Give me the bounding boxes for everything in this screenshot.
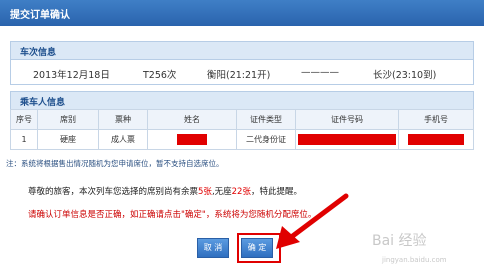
travel-date: 2013年12月18日 [33, 70, 110, 81]
col-id-number: 证件号码 [295, 109, 399, 130]
passenger-table: 序号 席别 票种 姓名 证件类型 证件号码 手机号 1 硬座 成人票 二代身份证 [10, 109, 474, 150]
seat-allocation-note: 注：系统将根据售出情况随机为您申请席位，暂不支持自选席位。 [6, 159, 224, 168]
order-confirm-dialog: 提交订单确认 车次信息 2013年12月18日 T256次 衡阳(21:21开)… [0, 0, 484, 276]
col-phone: 手机号 [398, 109, 474, 130]
cell-seat: 硬座 [37, 129, 99, 150]
train-info-header-label: 车次信息 [20, 48, 57, 58]
message-prefix: 尊敬的旅客，本次列车您选择的席别尚有余票 [28, 187, 199, 197]
train-info-header: 车次信息 [10, 41, 474, 60]
dialog-titlebar: 提交订单确认 [0, 0, 484, 26]
redacted-phone [408, 134, 464, 145]
red-arrow-icon [276, 193, 349, 249]
train-info-row: 2013年12月18日 T256次 衡阳(21:21开) ———— 长沙(23:… [10, 60, 474, 85]
col-index: 序号 [10, 109, 38, 130]
cell-id-type: 二代身份证 [236, 129, 296, 150]
cancel-button[interactable]: 取 消 [197, 238, 229, 258]
redacted-name [177, 134, 207, 145]
no-seat-count: 22张 [231, 187, 251, 197]
col-id-type: 证件类型 [236, 109, 296, 130]
baidu-watermark: Bai 经验 jingyan.baidu.com [372, 230, 480, 270]
remaining-count: 5张 [198, 187, 212, 197]
col-name: 姓名 [147, 109, 237, 130]
table-header-row: 序号 席别 票种 姓名 证件类型 证件号码 手机号 [10, 109, 474, 130]
cell-name [147, 129, 237, 150]
redacted-id-number [298, 134, 396, 145]
train-number: T256次 [143, 70, 177, 81]
cell-ticket-type: 成人票 [98, 129, 148, 150]
passenger-info-header-label: 乘车人信息 [20, 98, 66, 108]
watermark-logo: Bai 经验 [372, 233, 427, 249]
watermark-url: jingyan.baidu.com [382, 256, 447, 264]
passenger-info-header: 乘车人信息 [10, 91, 474, 110]
cell-phone [398, 129, 474, 150]
col-ticket-type: 票种 [98, 109, 148, 130]
departure-station: 衡阳(21:21开) [207, 70, 271, 81]
dialog-title: 提交订单确认 [10, 10, 70, 21]
arrival-station: 长沙(23:10到) [373, 70, 437, 81]
message-mid: ,无座 [211, 187, 232, 197]
col-seat: 席别 [37, 109, 99, 130]
cell-id-number [295, 129, 399, 150]
table-row: 1 硬座 成人票 二代身份证 [10, 129, 474, 150]
remaining-tickets-message: 尊敬的旅客，本次列车您选择的席别尚有余票5张,无座22张，特此提醒。 [28, 185, 302, 197]
route-dash: ———— [301, 67, 339, 78]
cell-index: 1 [10, 129, 38, 150]
